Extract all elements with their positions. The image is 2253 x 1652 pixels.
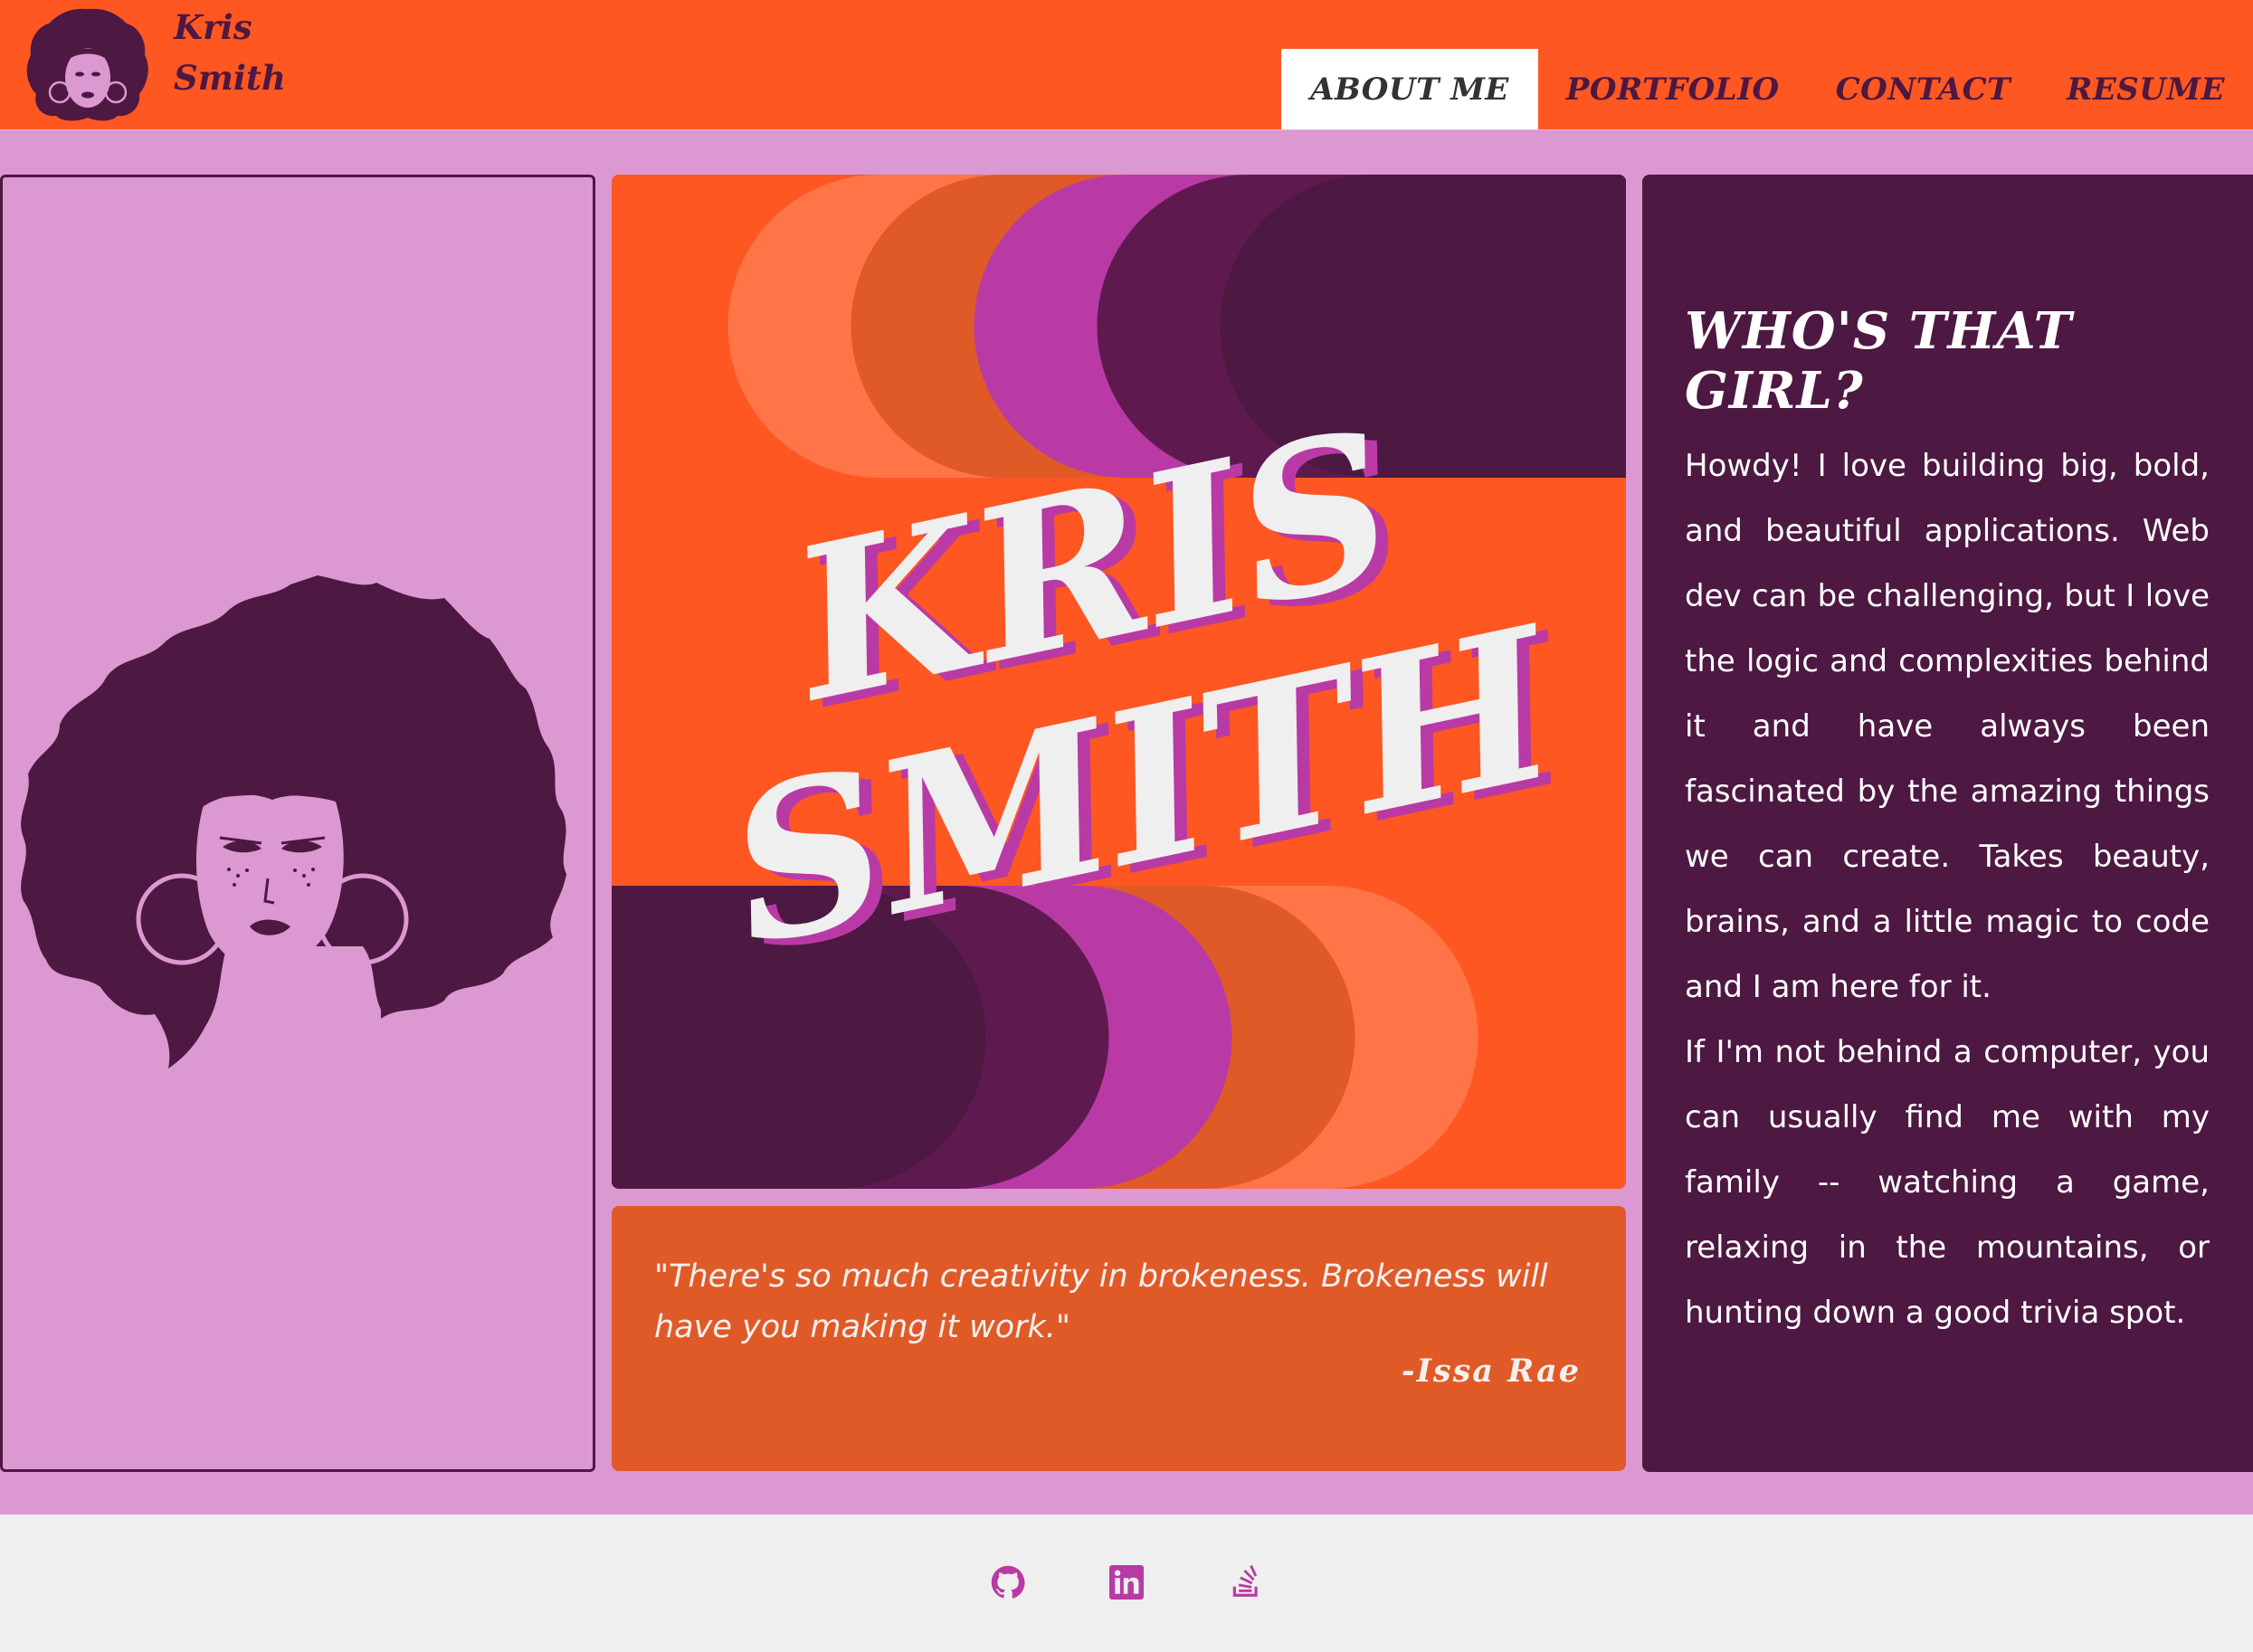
quote-card: "There's so much creativity in brokeness… bbox=[612, 1206, 1626, 1471]
hero-banner: KRIS KRIS SMITH SMITH bbox=[612, 175, 1626, 1189]
nav-about-me[interactable]: ABOUT ME bbox=[1281, 49, 1538, 129]
about-paragraph-2: If I'm not behind a computer, you can us… bbox=[1685, 1034, 2210, 1331]
linkedin-link[interactable] bbox=[1104, 1560, 1149, 1605]
logo-avatar-icon[interactable] bbox=[20, 5, 156, 123]
portrait-panel bbox=[0, 175, 595, 1472]
main-nav: ABOUT ME PORTFOLIO CONTACT RESUME bbox=[1281, 49, 2253, 129]
nav-portfolio[interactable]: PORTFOLIO bbox=[1538, 49, 1808, 129]
github-icon bbox=[991, 1565, 1025, 1599]
about-card: WHO'S THAT GIRL? Howdy! I love building … bbox=[1642, 175, 2253, 1472]
site-footer bbox=[0, 1514, 2253, 1652]
nav-resume[interactable]: RESUME bbox=[2039, 49, 2253, 129]
nav-contact[interactable]: CONTACT bbox=[1808, 49, 2039, 129]
brand-first-name: Kris bbox=[174, 7, 252, 47]
quote-author: -Issa Rae bbox=[1401, 1353, 1581, 1390]
site-header: Kris Smith ABOUT ME PORTFOLIO CONTACT RE… bbox=[0, 0, 2253, 130]
portrait-illustration bbox=[21, 575, 567, 1068]
brand-last-name: Smith bbox=[174, 58, 286, 98]
hero-graphic: KRIS KRIS SMITH SMITH bbox=[612, 175, 1626, 1189]
brand-name[interactable]: Kris Smith bbox=[174, 2, 355, 103]
about-title: WHO'S THAT GIRL? bbox=[1685, 301, 2073, 421]
linkedin-icon bbox=[1109, 1565, 1144, 1600]
github-link[interactable] bbox=[985, 1560, 1031, 1605]
about-paragraph-1: Howdy! I love building big, bold, and be… bbox=[1685, 448, 2210, 1005]
stack-overflow-icon bbox=[1232, 1565, 1258, 1597]
stack-overflow-link[interactable] bbox=[1223, 1560, 1269, 1605]
quote-text: "There's so much creativity in brokeness… bbox=[654, 1258, 1548, 1345]
